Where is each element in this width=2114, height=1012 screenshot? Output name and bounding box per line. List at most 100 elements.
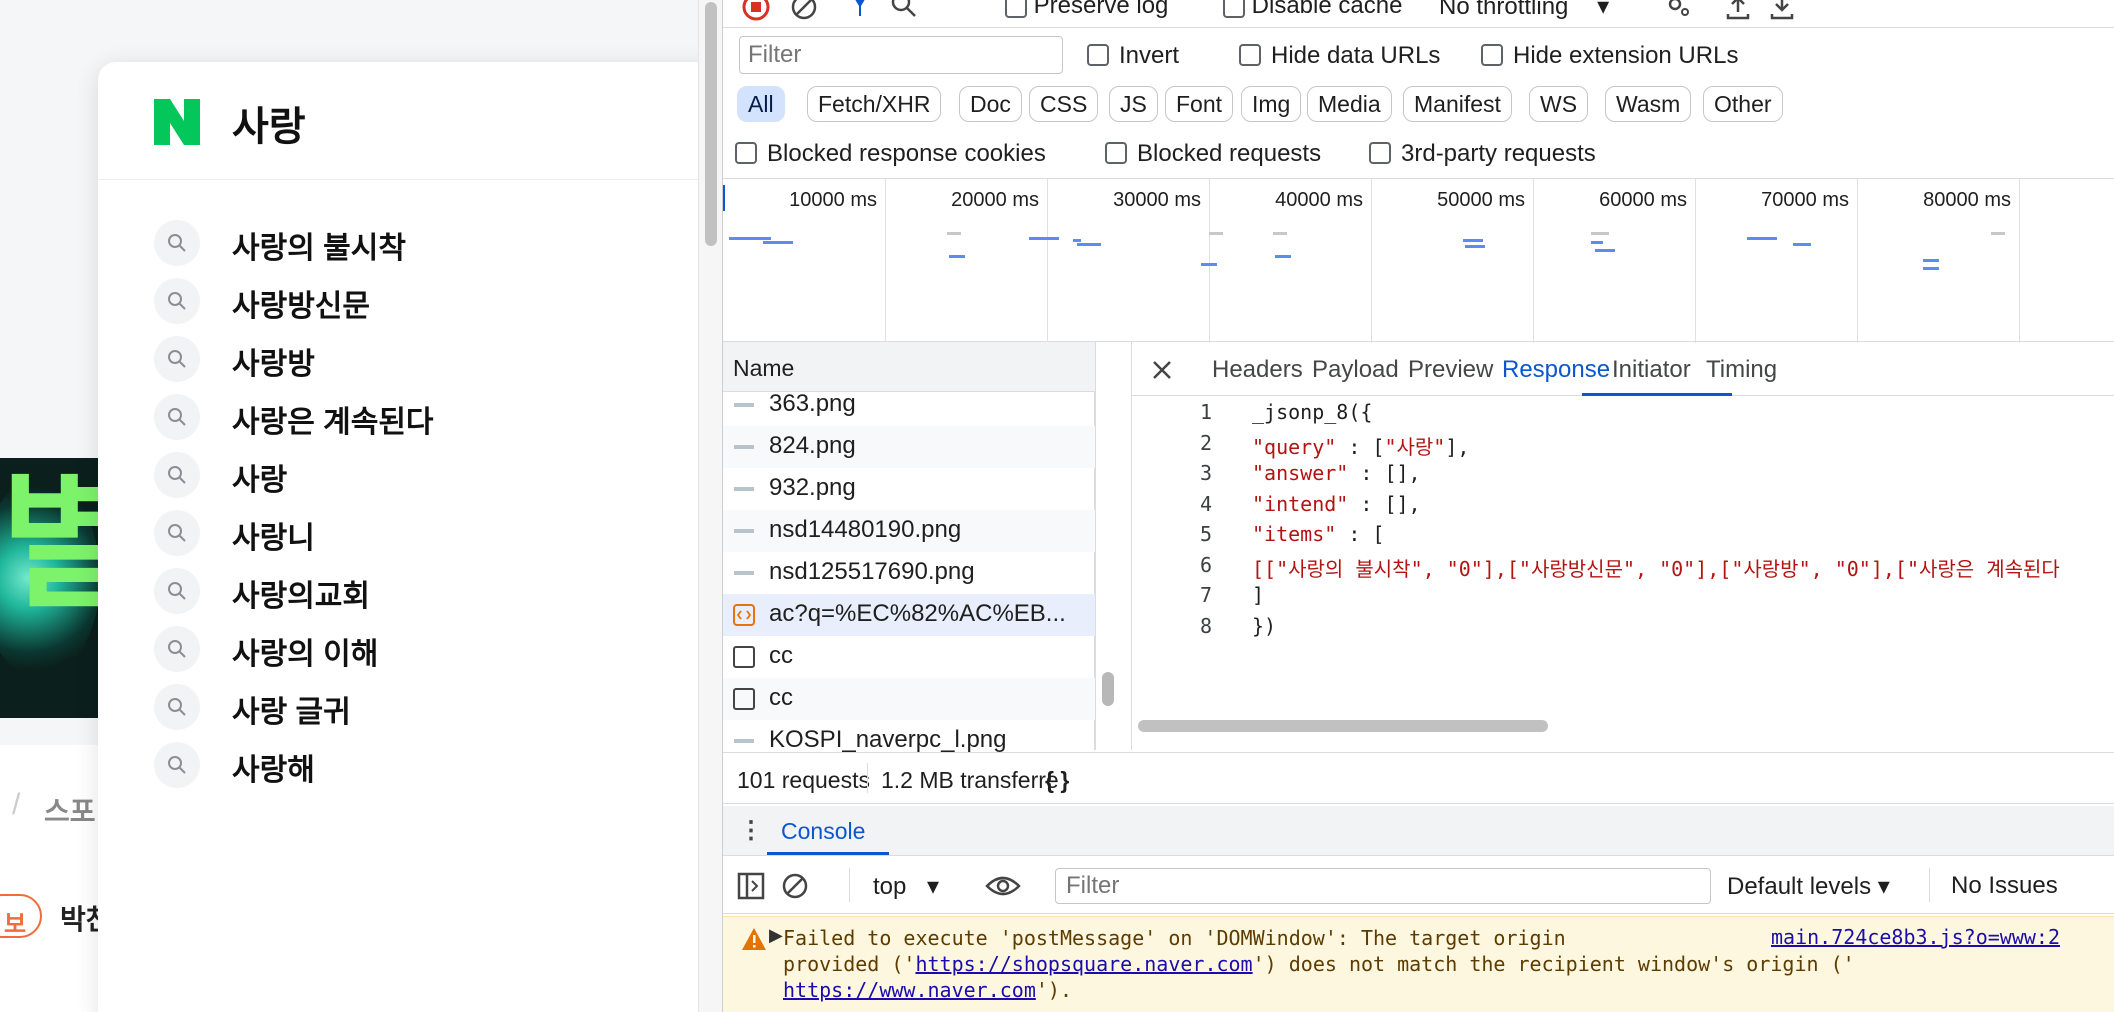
third-party-box[interactable] [1369,141,1391,164]
type-filter-wasm[interactable]: Wasm [1605,86,1692,122]
import-har-icon[interactable] [1723,0,1753,22]
hide-data-urls-box[interactable] [1239,43,1261,66]
request-row[interactable]: cc [723,636,1095,678]
pretty-print-icon[interactable]: { } [1045,767,1069,794]
network-filter-input[interactable] [739,36,1063,74]
log-levels-select[interactable]: Default levels ▾ [1727,872,1890,901]
timeline-request-bar [1991,232,2005,235]
image-icon [734,571,754,575]
page-scrollbar-thumb[interactable] [705,2,717,246]
request-row[interactable]: 932.png [723,468,1095,510]
tab-timing[interactable]: Timing [1706,356,1777,384]
timeline-request-bar [1923,267,1939,270]
timeline-request-bar [1209,232,1223,235]
response-hscrollbar-thumb[interactable] [1138,720,1548,732]
request-row[interactable]: nsd14480190.png [723,510,1095,552]
console-filter-input[interactable] [1055,868,1711,904]
tab-payload[interactable]: Payload [1312,356,1399,384]
tab-console[interactable]: Console [781,818,865,845]
page-tab-sports[interactable]: 스포 [44,790,96,830]
blocked-requests-box[interactable] [1105,141,1127,164]
response-viewer[interactable]: 1 _jsonp_8({2 "query" : ["사랑"], 3 "answer" :… [1132,398,2114,698]
timeline-gridline [885,179,886,343]
autocomplete-panel: 사랑 사랑의 불시착 사랑방신문 사랑방 사랑은 계속된다 사랑 사랑니 사랑의교회 사랑의 … [98,62,700,1012]
timeline-cursor[interactable] [723,185,727,211]
type-filter-fetch-xhr[interactable]: Fetch/XHR [807,86,942,122]
preserve-log-box[interactable] [1005,0,1027,18]
blocked-cookies-box[interactable] [735,141,757,164]
invert-box[interactable] [1087,43,1109,66]
request-row[interactable]: cc [723,678,1095,720]
hide-data-urls-checkbox[interactable]: Hide data URLs [1239,42,1440,70]
type-filter-all[interactable]: All [737,86,785,122]
timeline-request-bar [1275,255,1291,258]
context-selector[interactable]: top ▾ [873,872,939,901]
export-har-icon[interactable] [1767,0,1797,22]
timeline-request-bar [761,237,771,240]
blocked-cookies-checkbox[interactable]: Blocked response cookies [735,140,1046,168]
request-name: KOSPI_naverpc_l.png [769,726,1007,753]
type-filter-img[interactable]: Img [1241,86,1302,122]
tab-headers[interactable]: Headers [1212,356,1303,384]
type-filter-media[interactable]: Media [1307,86,1392,122]
live-expression-eye-icon[interactable] [985,872,1021,900]
request-row[interactable]: 363.png [723,384,1095,426]
tab-initiator[interactable]: Initiator [1612,356,1691,384]
type-filter-other[interactable]: Other [1703,86,1783,122]
throttling-select[interactable]: No throttling ▾ [1439,0,1609,21]
network-settings-icon[interactable] [1663,0,1693,22]
type-filter-ws[interactable]: WS [1529,86,1589,122]
blocked-requests-checkbox[interactable]: Blocked requests [1105,140,1321,168]
search-icon[interactable] [889,0,919,22]
timeline-request-bar [1591,232,1609,235]
search-icon [154,510,200,556]
type-filter-doc[interactable]: Doc [959,86,1022,122]
warning-line2-pre: provided (' [783,952,916,976]
close-icon[interactable] [1150,358,1174,382]
code-text: : [ [1336,522,1385,546]
image-icon [734,403,754,407]
expand-triangle-icon[interactable]: ▶ [769,925,783,946]
warning-url-naver[interactable]: https://www.naver.com [783,978,1036,1002]
request-list-scrollbar[interactable] [1095,342,1119,750]
response-hscrollbar[interactable] [1132,716,2114,738]
request-list-scrollbar-thumb[interactable] [1102,672,1114,706]
third-party-checkbox[interactable]: 3rd-party requests [1369,140,1596,168]
search-icon [154,394,200,440]
timeline-tick-label: 70000 ms [1761,189,1849,211]
warning-source-link[interactable]: main.724ce8b3.js?o=www:2 [1771,925,2060,949]
log-levels-value: Default levels [1727,873,1872,900]
search-icon [154,626,200,672]
tab-response[interactable]: Response [1502,356,1610,384]
filter-icon[interactable] [845,0,875,22]
disable-cache-checkbox[interactable]: Disable cache [1223,0,1402,20]
timeline-tick-label: 80000 ms [1923,189,2011,211]
type-filter-font[interactable]: Font [1165,86,1234,122]
type-filter-css[interactable]: CSS [1029,86,1099,122]
tab-preview[interactable]: Preview [1408,356,1493,384]
clear-icon[interactable] [789,0,819,22]
request-detail: Headers Payload Preview Response Initiator Ti… [1131,342,2114,750]
script-icon [733,604,755,626]
request-row[interactable]: 824.png [723,426,1095,468]
preserve-log-checkbox[interactable]: Preserve log [1005,0,1168,20]
record-stop-icon[interactable] [741,0,771,22]
more-options-icon[interactable]: ⋮ [739,816,763,845]
issues-counter[interactable]: No Issues [1951,872,2058,900]
request-row[interactable]: nsd125517690.png [723,552,1095,594]
hide-extension-urls-box[interactable] [1481,43,1503,66]
warning-url-shopsquare[interactable]: https://shopsquare.naver.com [915,952,1252,976]
sidebar-toggle-icon[interactable] [737,872,765,900]
network-overview-timeline[interactable]: 10000 ms 20000 ms 30000 ms 40000 ms 50000 ms… [723,178,2114,343]
type-filter-manifest[interactable]: Manifest [1403,86,1512,122]
hide-extension-urls-checkbox[interactable]: Hide extension URLs [1481,42,1738,70]
request-row[interactable]: ac?q=%EC%82%AC%EB... [723,594,1095,636]
transferred-size: 1.2 MB transferre [881,767,1059,793]
autocomplete-item-label: 사랑은 계속된다 [232,406,434,439]
clear-console-icon[interactable] [781,872,809,900]
invert-checkbox[interactable]: Invert [1087,42,1179,70]
autocomplete-item[interactable]: 사랑해 [98,726,700,804]
page-scrollbar[interactable] [698,0,722,1012]
type-filter-js[interactable]: JS [1109,86,1158,122]
disable-cache-box[interactable] [1223,0,1245,18]
